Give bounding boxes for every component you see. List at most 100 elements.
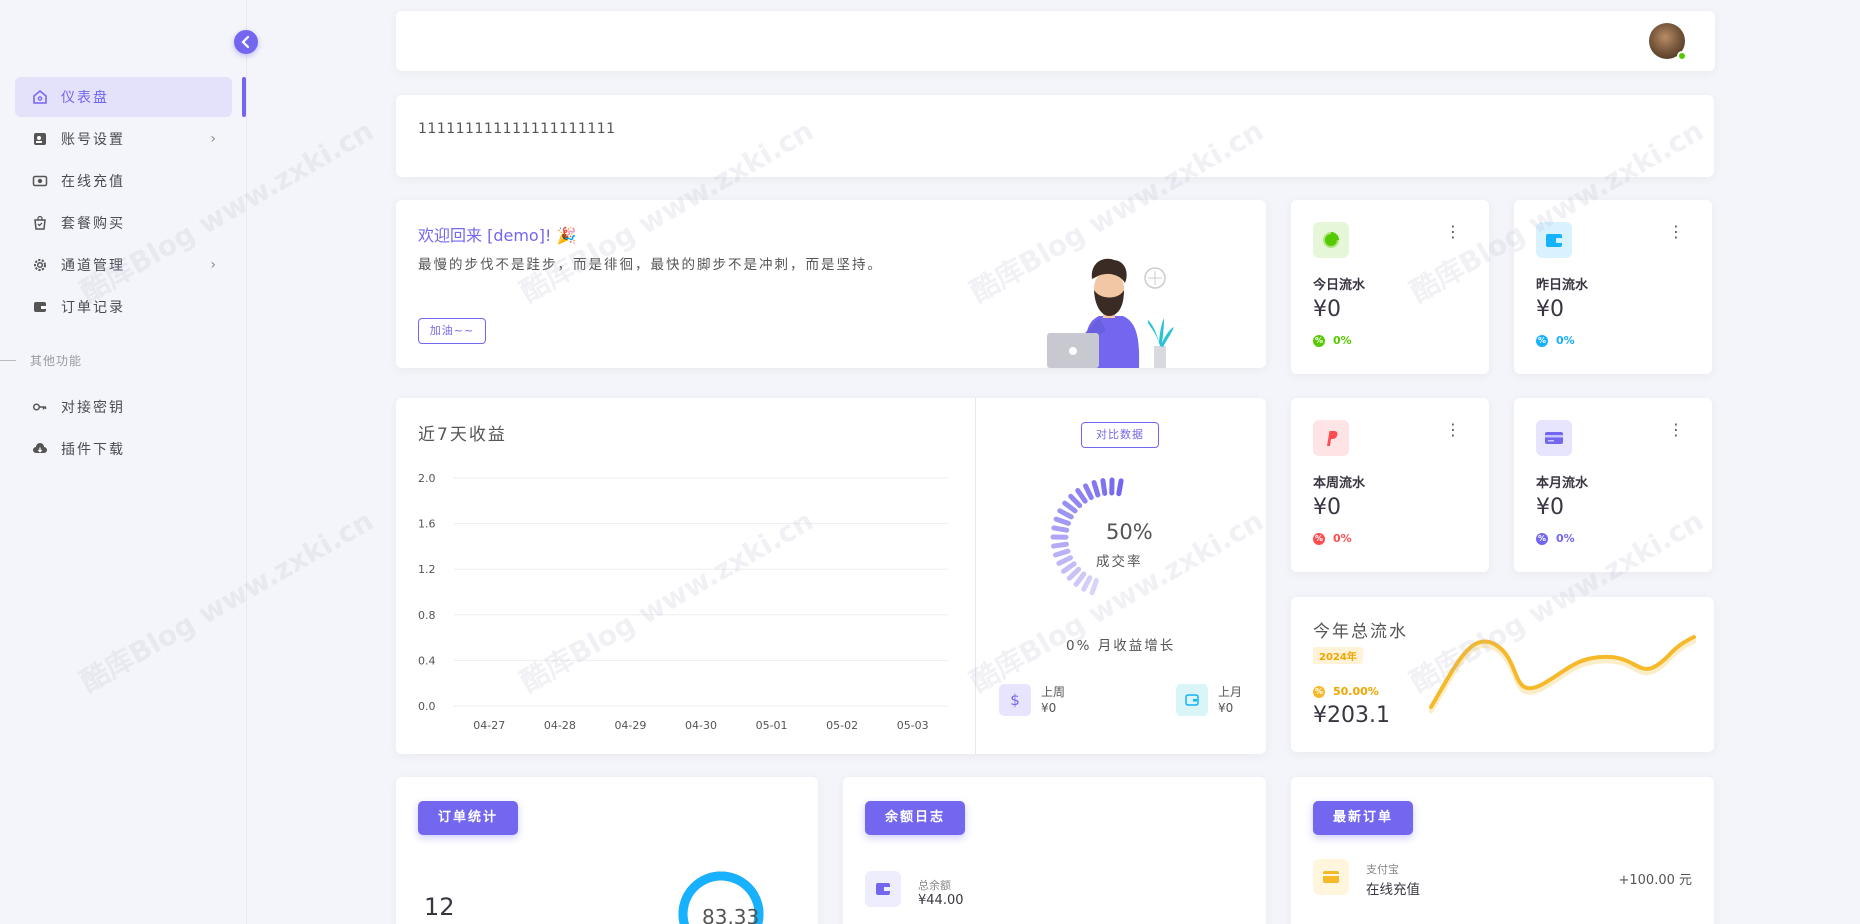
gauge-tick bbox=[1051, 541, 1069, 549]
last-month-value: ¥0 bbox=[1218, 701, 1234, 715]
stat-percent: % 0% bbox=[1536, 334, 1575, 347]
sidebar-item-dashboard[interactable]: 仪表盘 bbox=[15, 77, 232, 117]
chevron-left-icon bbox=[241, 35, 250, 49]
sidebar: 仪表盘 账号设置 › 在线充值 套餐购买 通道管理 › 订单记录 其他功能 对接… bbox=[0, 0, 247, 924]
stat-percent-text: 0% bbox=[1333, 532, 1352, 545]
y-tick-label: 2.0 bbox=[418, 472, 436, 485]
stat-card-month: ⋮ 本月流水 ¥0 % 0% bbox=[1514, 398, 1712, 572]
chevron-right-icon: › bbox=[210, 131, 218, 147]
sidebar-item-plugin-download[interactable]: 插件下载 bbox=[15, 429, 232, 469]
sidebar-nav-other: 对接密钥 插件下载 bbox=[15, 387, 232, 471]
stat-card-yesterday: ⋮ 昨日流水 ¥0 % 0% bbox=[1514, 200, 1712, 374]
gauge-tick bbox=[1066, 566, 1082, 581]
gauge-percent: 50% bbox=[1106, 520, 1153, 544]
x-tick-label: 04-28 bbox=[544, 719, 576, 732]
sidebar-item-label: 插件下载 bbox=[61, 442, 125, 458]
x-tick-label: 05-03 bbox=[897, 719, 929, 732]
more-vertical-icon[interactable]: ⋮ bbox=[1445, 422, 1461, 438]
sidebar-item-label: 订单记录 bbox=[61, 300, 125, 316]
more-vertical-icon[interactable]: ⋮ bbox=[1445, 224, 1461, 240]
collapse-sidebar-button[interactable] bbox=[234, 30, 258, 54]
percent-icon: % bbox=[1536, 334, 1548, 347]
sidebar-item-channel[interactable]: 通道管理 › bbox=[15, 245, 232, 285]
stat-percent: % 0% bbox=[1536, 532, 1575, 545]
sidebar-nav: 仪表盘 账号设置 › 在线充值 套餐购买 通道管理 › 订单记录 bbox=[15, 77, 232, 329]
sidebar-item-label: 对接密钥 bbox=[61, 400, 125, 416]
sidebar-item-api-key[interactable]: 对接密钥 bbox=[15, 387, 232, 427]
paypal-icon bbox=[1313, 420, 1349, 456]
balance-log-card: 余额日志 总余额 ¥44.00 bbox=[843, 777, 1266, 924]
yearly-percent-text: 50.00% bbox=[1333, 685, 1379, 698]
sidebar-item-account-settings[interactable]: 账号设置 › bbox=[15, 119, 232, 159]
sidebar-item-recharge[interactable]: 在线充值 bbox=[15, 161, 232, 201]
latest-orders-button[interactable]: 最新订单 bbox=[1313, 801, 1414, 835]
credit-card-icon bbox=[1536, 420, 1572, 456]
gauge-tick bbox=[1060, 561, 1077, 574]
credit-card-icon bbox=[1313, 859, 1349, 895]
percent-icon: % bbox=[1313, 334, 1325, 347]
stat-label: 本月流水 bbox=[1536, 476, 1589, 491]
order-stats-card: 订单统计 12 83.33 bbox=[396, 777, 818, 924]
yearly-title: 今年总流水 bbox=[1313, 622, 1408, 642]
monthly-growth: 0% 月收益增长 bbox=[1066, 638, 1176, 654]
stat-value: ¥0 bbox=[1536, 297, 1564, 322]
welcome-card: 欢迎回来 [demo]! 🎉 最慢的步伐不是跬步，而是徘徊，最快的脚步不是冲刺，… bbox=[396, 200, 1266, 368]
year-badge: 2024年 bbox=[1313, 647, 1363, 664]
gauge-tick bbox=[1100, 478, 1108, 496]
home-icon bbox=[31, 88, 49, 106]
more-vertical-icon[interactable]: ⋮ bbox=[1668, 224, 1684, 240]
gauge-tick bbox=[1053, 548, 1071, 558]
stat-label: 今日流水 bbox=[1313, 278, 1366, 293]
gauge-tick bbox=[1056, 555, 1074, 566]
sidebar-item-label: 在线充值 bbox=[61, 174, 125, 190]
stat-percent-text: 0% bbox=[1333, 334, 1352, 347]
vertical-divider bbox=[975, 398, 976, 754]
latest-orders-card: 最新订单 支付宝 在线充值 +100.00 元 bbox=[1291, 777, 1714, 924]
cloud-download-icon bbox=[31, 440, 49, 458]
balance-log-button[interactable]: 余额日志 bbox=[865, 801, 966, 835]
gauge-tick bbox=[1062, 500, 1078, 514]
donut-value: 83.33 bbox=[702, 905, 760, 924]
order-stats-button[interactable]: 订单统计 bbox=[418, 801, 519, 835]
percent-icon: % bbox=[1313, 532, 1325, 545]
sidebar-item-label: 套餐购买 bbox=[61, 216, 125, 232]
developer-illustration bbox=[1047, 258, 1174, 368]
welcome-title: 欢迎回来 [demo]! 🎉 bbox=[418, 226, 577, 245]
last-week-stat: $ 上周 ¥0 bbox=[999, 684, 1065, 716]
sidebar-item-orders[interactable]: 订单记录 bbox=[15, 287, 232, 327]
more-vertical-icon[interactable]: ⋮ bbox=[1668, 422, 1684, 438]
stat-value: ¥0 bbox=[1536, 495, 1564, 520]
stat-card-week: ⋮ 本周流水 ¥0 % 0% bbox=[1291, 398, 1489, 572]
sidebar-item-package[interactable]: 套餐购买 bbox=[15, 203, 232, 243]
wallet-icon bbox=[1176, 684, 1208, 716]
user-card-icon bbox=[31, 130, 49, 148]
y-tick-label: 1.2 bbox=[418, 563, 436, 576]
x-tick-label: 04-30 bbox=[685, 719, 717, 732]
y-tick-label: 0.0 bbox=[418, 700, 436, 713]
cheer-button[interactable]: 加油~~ bbox=[418, 318, 486, 344]
sidebar-section-title: 其他功能 bbox=[0, 352, 82, 369]
compare-data-button[interactable]: 对比数据 bbox=[1081, 422, 1159, 448]
gauge-tick bbox=[1083, 483, 1094, 501]
sidebar-item-label: 通道管理 bbox=[61, 258, 125, 274]
welcome-message: 最慢的步伐不是跬步，而是徘徊，最快的脚步不是冲刺，而是坚持。 bbox=[418, 257, 883, 273]
gauge-tick bbox=[1075, 487, 1088, 504]
gear-icon bbox=[31, 256, 49, 274]
payment-method: 支付宝 bbox=[1366, 863, 1399, 876]
gauge-tick bbox=[1116, 478, 1124, 497]
dollar-icon: $ bbox=[999, 684, 1031, 716]
online-status-dot bbox=[1677, 51, 1687, 61]
revenue-card: 近7天收益 2.0 1.6 1.2 0.8 0.4 0.0 04-27 04-28 04-29 0… bbox=[396, 398, 1266, 754]
wallet-icon bbox=[31, 298, 49, 316]
order-amount: +100.00 元 bbox=[1618, 873, 1692, 888]
y-tick-label: 0.8 bbox=[418, 609, 436, 622]
gauge-label: 成交率 bbox=[1096, 554, 1143, 570]
pie-chart-icon bbox=[1313, 222, 1349, 258]
x-tick-label: 04-29 bbox=[614, 719, 646, 732]
stat-percent: % 0% bbox=[1313, 334, 1352, 347]
gauge-tick bbox=[1053, 516, 1071, 526]
percent-icon: % bbox=[1536, 532, 1548, 545]
gauge-tick bbox=[1091, 480, 1101, 498]
x-tick-label: 05-02 bbox=[826, 719, 858, 732]
notice-text: 111111111111111111111 bbox=[418, 121, 616, 137]
